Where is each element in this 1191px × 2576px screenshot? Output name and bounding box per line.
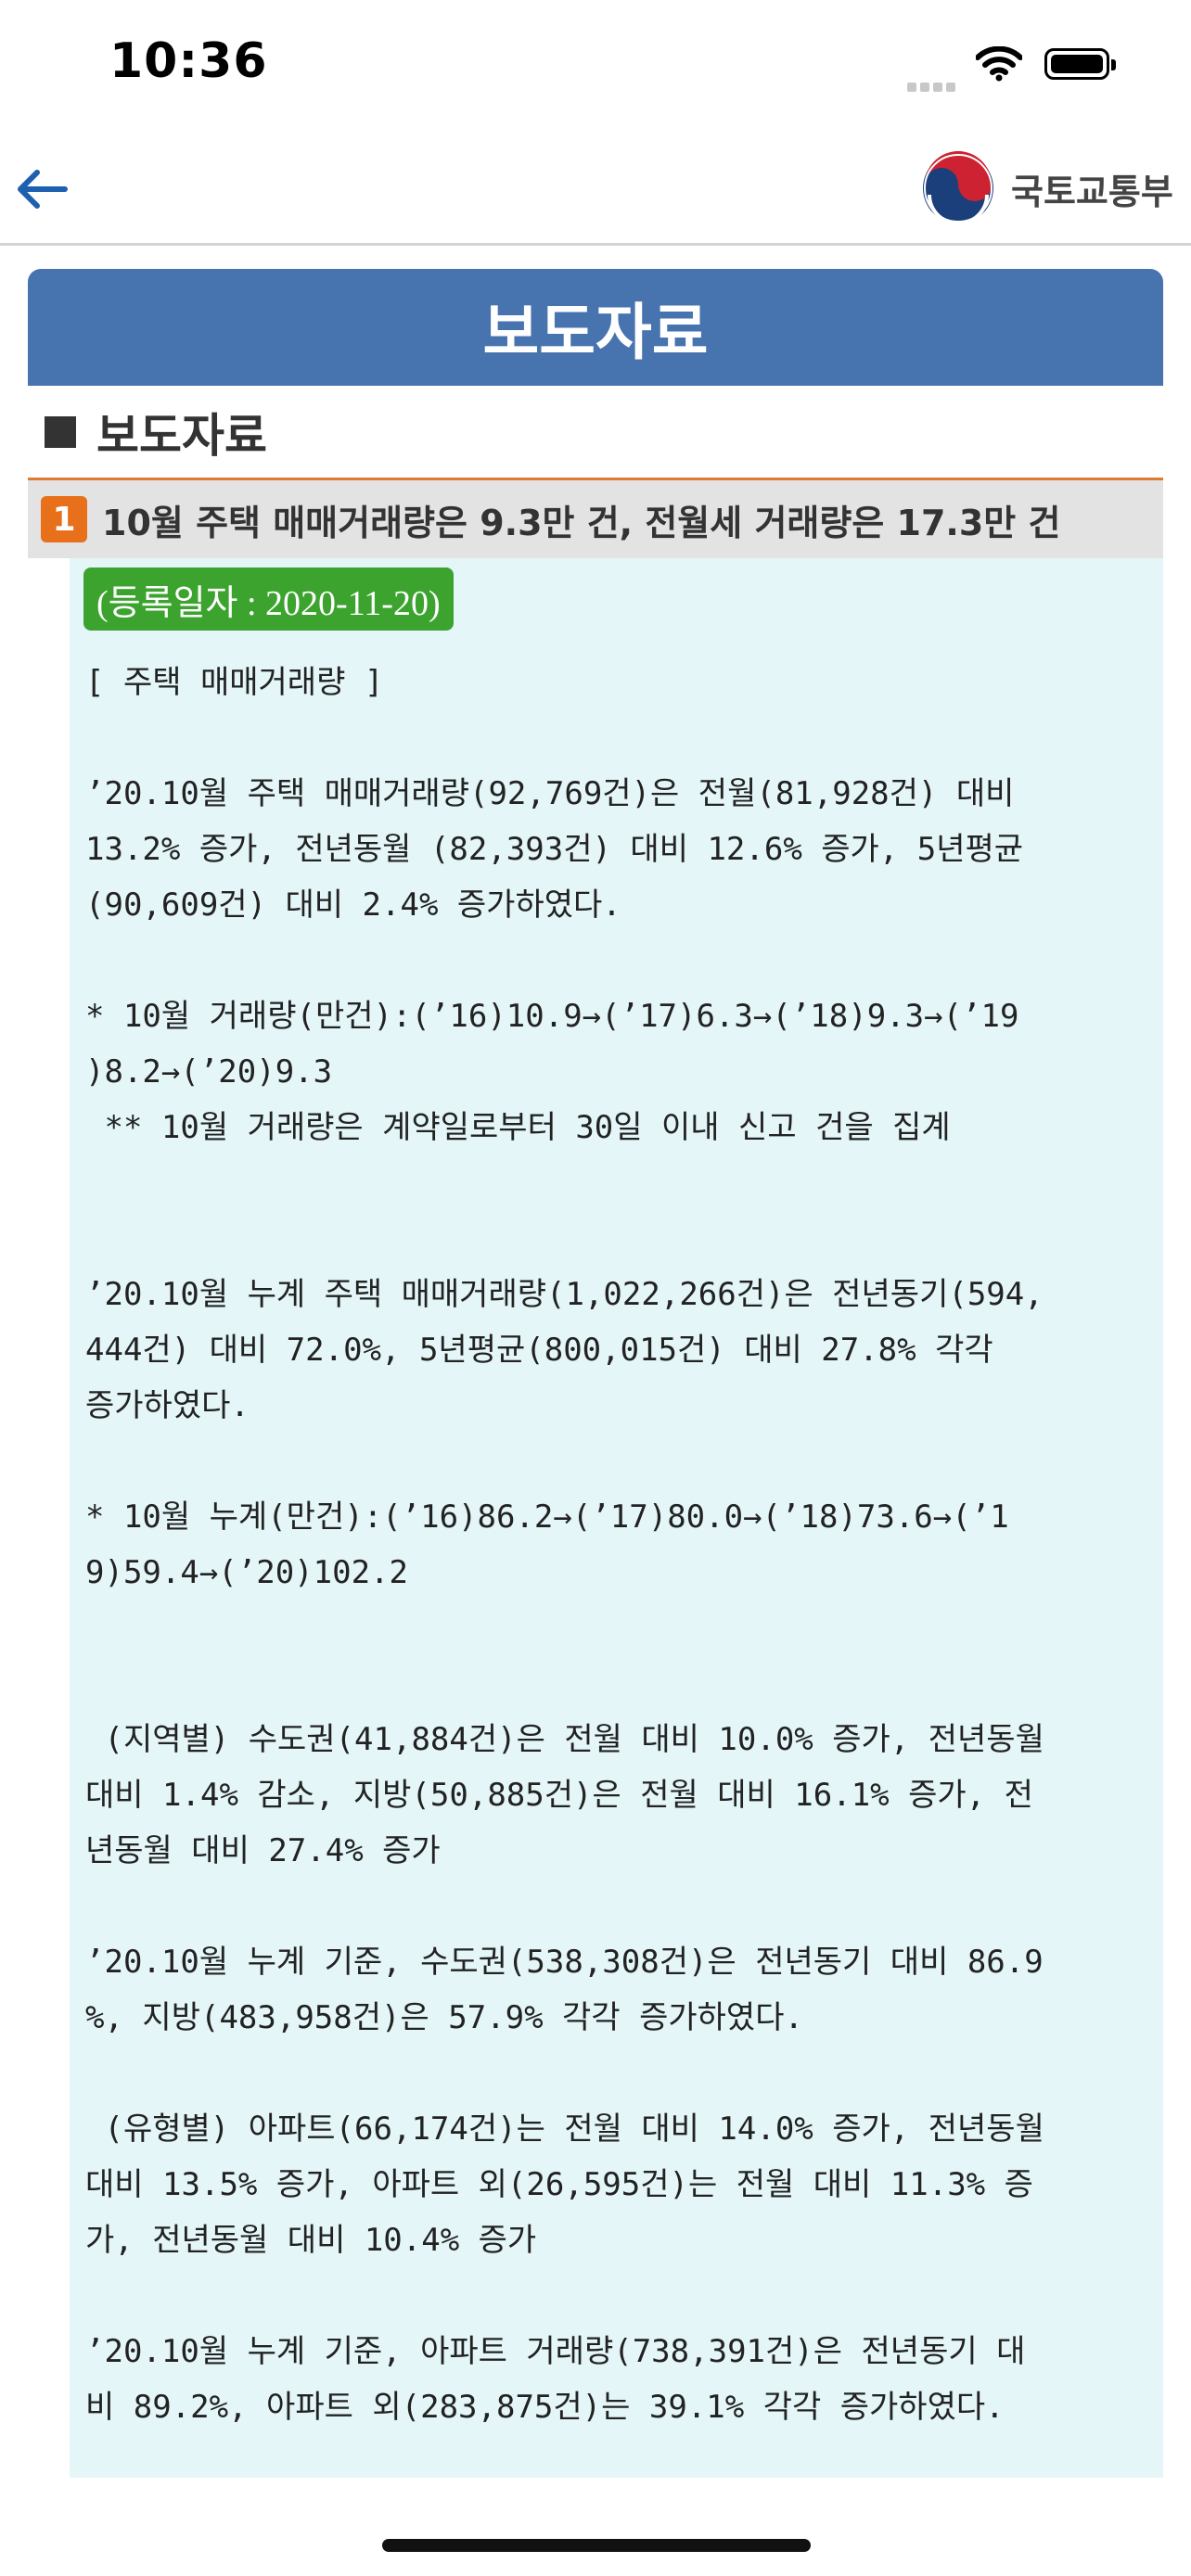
registration-date-badge: (등록일자 : 2020-11-20) [83, 567, 454, 631]
article-paragraph: ’20.10월 누계 기준, 아파트 거래량(738,391건)은 전년동기 대… [85, 2333, 1026, 2426]
article-paragraph: ’20.10월 주택 매매거래량(92,769건)은 전월(81,928건) 대… [85, 775, 1024, 924]
wifi-icon [975, 45, 1023, 85]
page-title: 보도자료 [482, 297, 709, 368]
taegeuk-logo-icon [923, 151, 993, 225]
article-paragraph: * 10월 누계(만건):(’16)86.2→(’17)80.0→(’18)73… [85, 1498, 1009, 1591]
article-title: 10월 주택 매매거래량은 9.3만 건, 전월세 거래량은 17.3만 건 [102, 502, 1061, 543]
article-number-badge: 1 [41, 496, 87, 542]
app-header: 국토교통부 [0, 130, 1191, 246]
ministry-logo[interactable]: 국토교통부 [920, 150, 1173, 226]
section-heading: 보도자료 [45, 399, 267, 465]
status-time: 10:36 [109, 33, 268, 89]
home-indicator[interactable] [382, 2539, 811, 2552]
article-paragraph: [ 주택 매매거래량 ] [85, 664, 384, 701]
article-paragraph: (유형별) 아파트(66,174건)는 전월 대비 14.0% 증가, 전년동월… [85, 2111, 1044, 2259]
article-paragraph: (지역별) 수도권(41,884건)은 전월 대비 10.0% 증가, 전년동월… [85, 1721, 1044, 1869]
article-title-bar[interactable]: 1 10월 주택 매매거래량은 9.3만 건, 전월세 거래량은 17.3만 건 [28, 480, 1163, 558]
battery-icon [1044, 48, 1116, 80]
logo-text: 국토교통부 [1011, 171, 1173, 212]
article-body: [ 주택 매매거래량 ] ’20.10월 주택 매매거래량(92,769건)은 … [85, 655, 1133, 2435]
back-button[interactable] [13, 167, 72, 211]
status-bar: 10:36 [0, 0, 1191, 130]
article-paragraph: ’20.10월 누계 기준, 수도권(538,308건)은 전년동기 대비 86… [85, 1944, 1044, 2036]
article-paragraph: * 10월 거래량(만건):(’16)10.9→(’17)6.3→(’18)9.… [85, 998, 1019, 1146]
section-heading-text: 보도자료 [96, 409, 267, 463]
back-arrow-icon [18, 170, 68, 209]
page-title-bar: 보도자료 [28, 269, 1163, 386]
cellular-signal-icon [907, 74, 963, 92]
square-bullet-icon [45, 416, 76, 448]
article-paragraph: ’20.10월 누계 주택 매매거래량(1,022,266건)은 전년동기(59… [85, 1276, 1044, 1424]
